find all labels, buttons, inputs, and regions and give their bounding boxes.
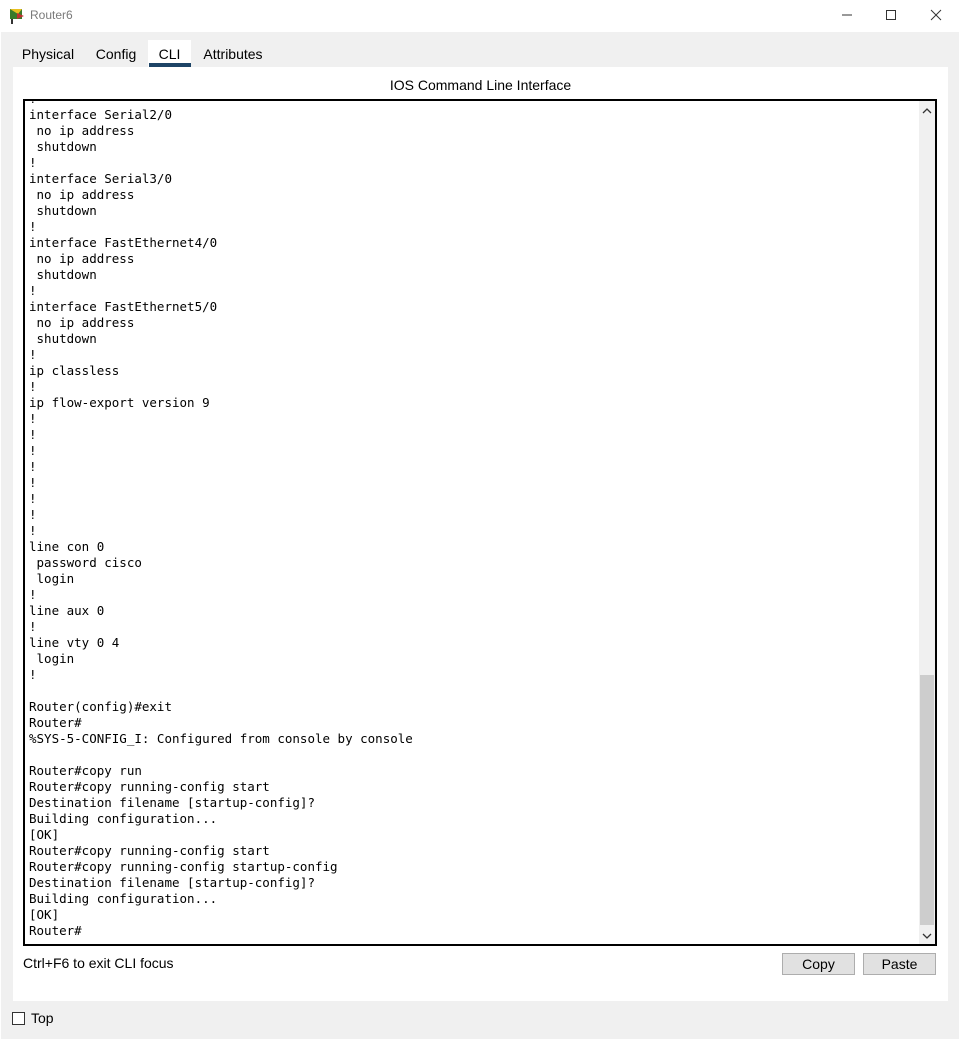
terminal-line: line con 0 — [29, 539, 105, 554]
panel-title: IOS Command Line Interface — [389, 77, 572, 93]
terminal-line: ! — [29, 427, 37, 442]
terminal-line: interface FastEthernet5/0 — [29, 299, 218, 314]
cli-focus-hint: Ctrl+F6 to exit CLI focus — [23, 955, 174, 971]
terminal-line: ip classless — [29, 363, 120, 378]
top-checkbox[interactable] — [12, 1011, 25, 1025]
terminal-line: Router# — [29, 923, 82, 938]
terminal-line: ! — [29, 411, 37, 426]
terminal-line: ! — [29, 491, 37, 506]
close-button[interactable] — [913, 0, 959, 30]
terminal-line: no ip address — [36, 251, 135, 266]
maximize-icon — [886, 10, 896, 20]
terminal-line: [OK] — [29, 907, 60, 922]
tab-attributes[interactable]: Attributes — [193, 40, 273, 68]
terminal-output[interactable]: ! interface Serial2/0 no ip address shut… — [29, 101, 413, 939]
window-title: Router6 — [30, 8, 73, 22]
terminal-line: Router# — [29, 715, 82, 730]
terminal-line: ip flow-export version 9 — [29, 395, 210, 410]
terminal-line: ! — [29, 475, 37, 490]
terminal-line: login — [36, 571, 75, 586]
terminal-line: password cisco — [36, 555, 142, 570]
chevron-up-icon — [922, 108, 932, 114]
scroll-thumb[interactable] — [920, 675, 934, 925]
terminal-line: no ip address — [36, 315, 135, 330]
terminal-line: shutdown — [36, 331, 97, 346]
terminal-line: login — [36, 651, 75, 666]
terminal-line: Destination filename [startup-config]? — [29, 795, 315, 810]
terminal-line: Router#copy running-config start — [29, 843, 270, 858]
terminal-line: ! — [29, 219, 37, 234]
terminal-line: Building configuration... — [29, 811, 218, 826]
paste-button[interactable]: Paste — [863, 953, 936, 975]
terminal-line: ! — [29, 283, 37, 298]
terminal-line: %SYS-5-CONFIG_I: Configured from console… — [29, 731, 413, 746]
terminal-line: shutdown — [36, 267, 97, 282]
maximize-button[interactable] — [868, 0, 914, 30]
selected-tab-indicator — [149, 63, 191, 67]
terminal-line: ! — [29, 587, 37, 602]
terminal-line: Router#copy running-config startup-confi… — [29, 859, 338, 874]
terminal-line: ! — [29, 101, 37, 106]
minimize-icon — [842, 14, 852, 16]
scroll-down-button[interactable] — [919, 928, 935, 944]
terminal-line: Router(config)#exit — [29, 699, 172, 714]
top-checkbox-label: Top — [31, 1010, 54, 1026]
tab-physical[interactable]: Physical — [14, 40, 82, 68]
terminal-line: ! — [29, 507, 37, 522]
minimize-button[interactable] — [824, 0, 870, 30]
copy-button[interactable]: Copy — [782, 953, 855, 975]
top-option: Top — [12, 1009, 54, 1027]
terminal-line: ! — [29, 667, 37, 682]
terminal-line: ! — [29, 347, 37, 362]
terminal-line: ! — [29, 523, 37, 538]
terminal-line: Router#copy running-config start — [29, 779, 270, 794]
terminal-line: interface Serial2/0 — [29, 107, 172, 122]
terminal-line: interface Serial3/0 — [29, 171, 172, 186]
title-bar: Router6 — [0, 0, 960, 32]
terminal-line: interface FastEthernet4/0 — [29, 235, 218, 250]
terminal-line: [OK] — [29, 827, 60, 842]
terminal-line: ! — [29, 379, 37, 394]
terminal-line: no ip address — [36, 123, 135, 138]
terminal-line: ! — [29, 155, 37, 170]
terminal-line: Router#copy run — [29, 763, 142, 778]
terminal-line: line vty 0 4 — [29, 635, 120, 650]
tab-config[interactable]: Config — [86, 40, 146, 68]
terminal-line: ! — [29, 619, 37, 634]
vertical-scrollbar[interactable] — [919, 101, 935, 944]
router-app-icon — [10, 9, 24, 24]
cli-terminal[interactable]: ! interface Serial2/0 no ip address shut… — [23, 99, 937, 946]
terminal-line: no ip address — [36, 187, 135, 202]
terminal-line: Destination filename [startup-config]? — [29, 875, 315, 890]
close-icon — [930, 9, 942, 21]
terminal-line: ! — [29, 443, 37, 458]
terminal-line: shutdown — [36, 203, 97, 218]
terminal-line: Building configuration... — [29, 891, 218, 906]
terminal-line: ! — [29, 459, 37, 474]
terminal-line: shutdown — [36, 139, 97, 154]
scroll-up-button[interactable] — [919, 103, 935, 119]
chevron-down-icon — [922, 933, 932, 939]
terminal-line: line aux 0 — [29, 603, 105, 618]
